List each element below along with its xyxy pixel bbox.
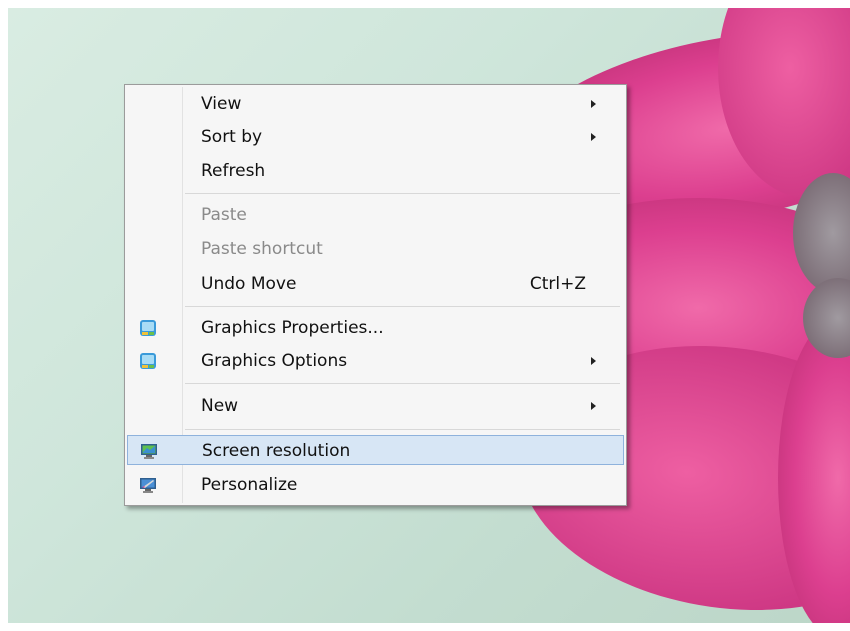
monitor-icon bbox=[141, 444, 157, 459]
intel-graphics-icon bbox=[140, 320, 156, 336]
menu-item-label: Sort by bbox=[201, 127, 263, 147]
menu-item-sort-by[interactable]: Sort by bbox=[127, 122, 624, 152]
menu-item-paste: Paste bbox=[127, 200, 624, 230]
submenu-arrow-icon bbox=[591, 100, 596, 108]
menu-item-label: View bbox=[201, 94, 242, 114]
menu-item-view[interactable]: View bbox=[127, 89, 624, 119]
menu-item-label: Graphics Options bbox=[201, 351, 348, 371]
menu-separator bbox=[185, 306, 620, 307]
menu-item-refresh[interactable]: Refresh bbox=[127, 156, 624, 186]
menu-item-label: Screen resolution bbox=[202, 441, 351, 461]
menu-item-label: Undo Move bbox=[201, 274, 297, 294]
menu-item-label: New bbox=[201, 396, 239, 416]
menu-separator bbox=[185, 193, 620, 194]
menu-item-new[interactable]: New bbox=[127, 391, 624, 421]
submenu-arrow-icon bbox=[591, 402, 596, 410]
menu-item-graphics-options[interactable]: Graphics Options bbox=[127, 346, 624, 376]
menu-item-personalize[interactable]: Personalize bbox=[127, 470, 624, 500]
submenu-arrow-icon bbox=[591, 357, 596, 365]
menu-item-label: Graphics Properties... bbox=[201, 318, 384, 338]
menu-item-graphics-properties[interactable]: Graphics Properties... bbox=[127, 313, 624, 343]
menu-item-paste-shortcut: Paste shortcut bbox=[127, 234, 624, 264]
menu-separator bbox=[185, 429, 620, 430]
personalize-icon bbox=[140, 478, 156, 493]
desktop-context-menu: View Sort by Refresh Paste Paste shortcu… bbox=[124, 84, 627, 506]
intel-graphics-icon bbox=[140, 353, 156, 369]
submenu-arrow-icon bbox=[591, 133, 596, 141]
menu-item-label: Personalize bbox=[201, 475, 298, 495]
menu-item-label: Paste bbox=[201, 205, 247, 225]
menu-item-screen-resolution[interactable]: Screen resolution bbox=[127, 435, 624, 465]
menu-item-label: Refresh bbox=[201, 161, 266, 181]
menu-separator bbox=[185, 383, 620, 384]
shortcut-label: Ctrl+Z bbox=[529, 274, 586, 294]
menu-item-label: Paste shortcut bbox=[201, 239, 323, 259]
menu-item-undo-move[interactable]: Undo Move Ctrl+Z bbox=[127, 269, 624, 299]
